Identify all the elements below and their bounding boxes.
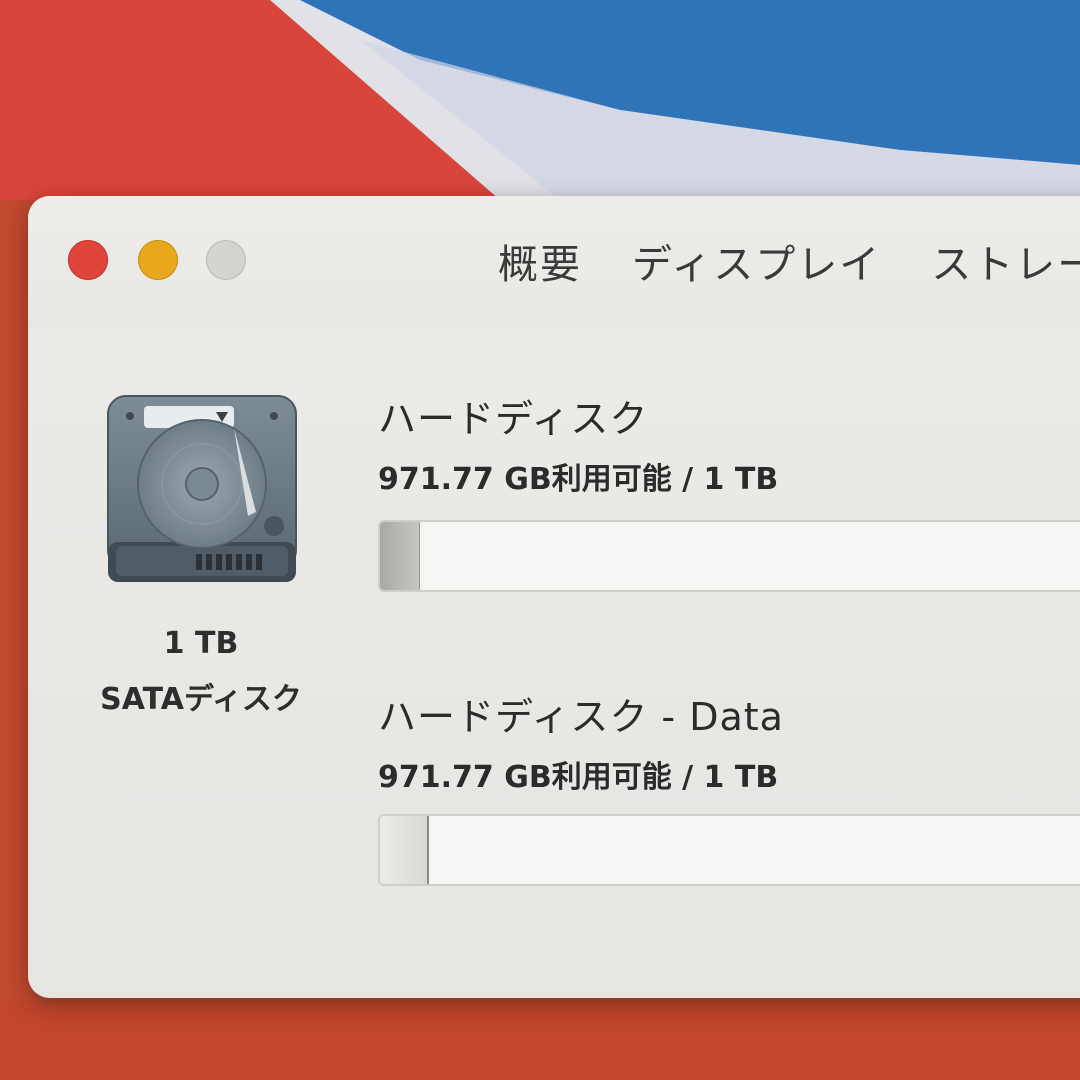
desktop: 概要 ディスプレイ ストレー 1 TB SATAディスク ハードディスク 971… <box>0 0 1080 1080</box>
storage-usage-bar <box>378 814 1080 886</box>
volume-name: ハードディスク <box>378 397 649 441</box>
disk-type: SATAディスク <box>100 682 302 717</box>
volume-availability: 971.77 GB利用可能 / 1 TB <box>378 760 779 795</box>
tab-displays[interactable]: ディスプレイ <box>632 232 881 290</box>
hard-drive-icon <box>107 395 297 582</box>
storage-usage-fill <box>380 816 429 884</box>
about-this-mac-window: 概要 ディスプレイ ストレー 1 TB SATAディスク ハードディスク 971… <box>28 196 1080 998</box>
storage-usage-fill <box>380 522 420 590</box>
tab-storage[interactable]: ストレー <box>931 232 1080 290</box>
storage-usage-bar <box>378 520 1080 592</box>
toolbar-tabs: 概要 ディスプレイ ストレー <box>498 232 1080 290</box>
zoom-button[interactable] <box>206 240 246 280</box>
disk-capacity: 1 TB <box>163 626 239 661</box>
volume-name: ハードディスク - Data <box>378 695 784 739</box>
volume-availability: 971.77 GB利用可能 / 1 TB <box>378 462 779 497</box>
minimize-button[interactable] <box>138 240 178 280</box>
tab-overview[interactable]: 概要 <box>498 232 582 290</box>
close-button[interactable] <box>68 240 108 280</box>
window-titlebar: 概要 ディスプレイ ストレー <box>28 196 1080 328</box>
